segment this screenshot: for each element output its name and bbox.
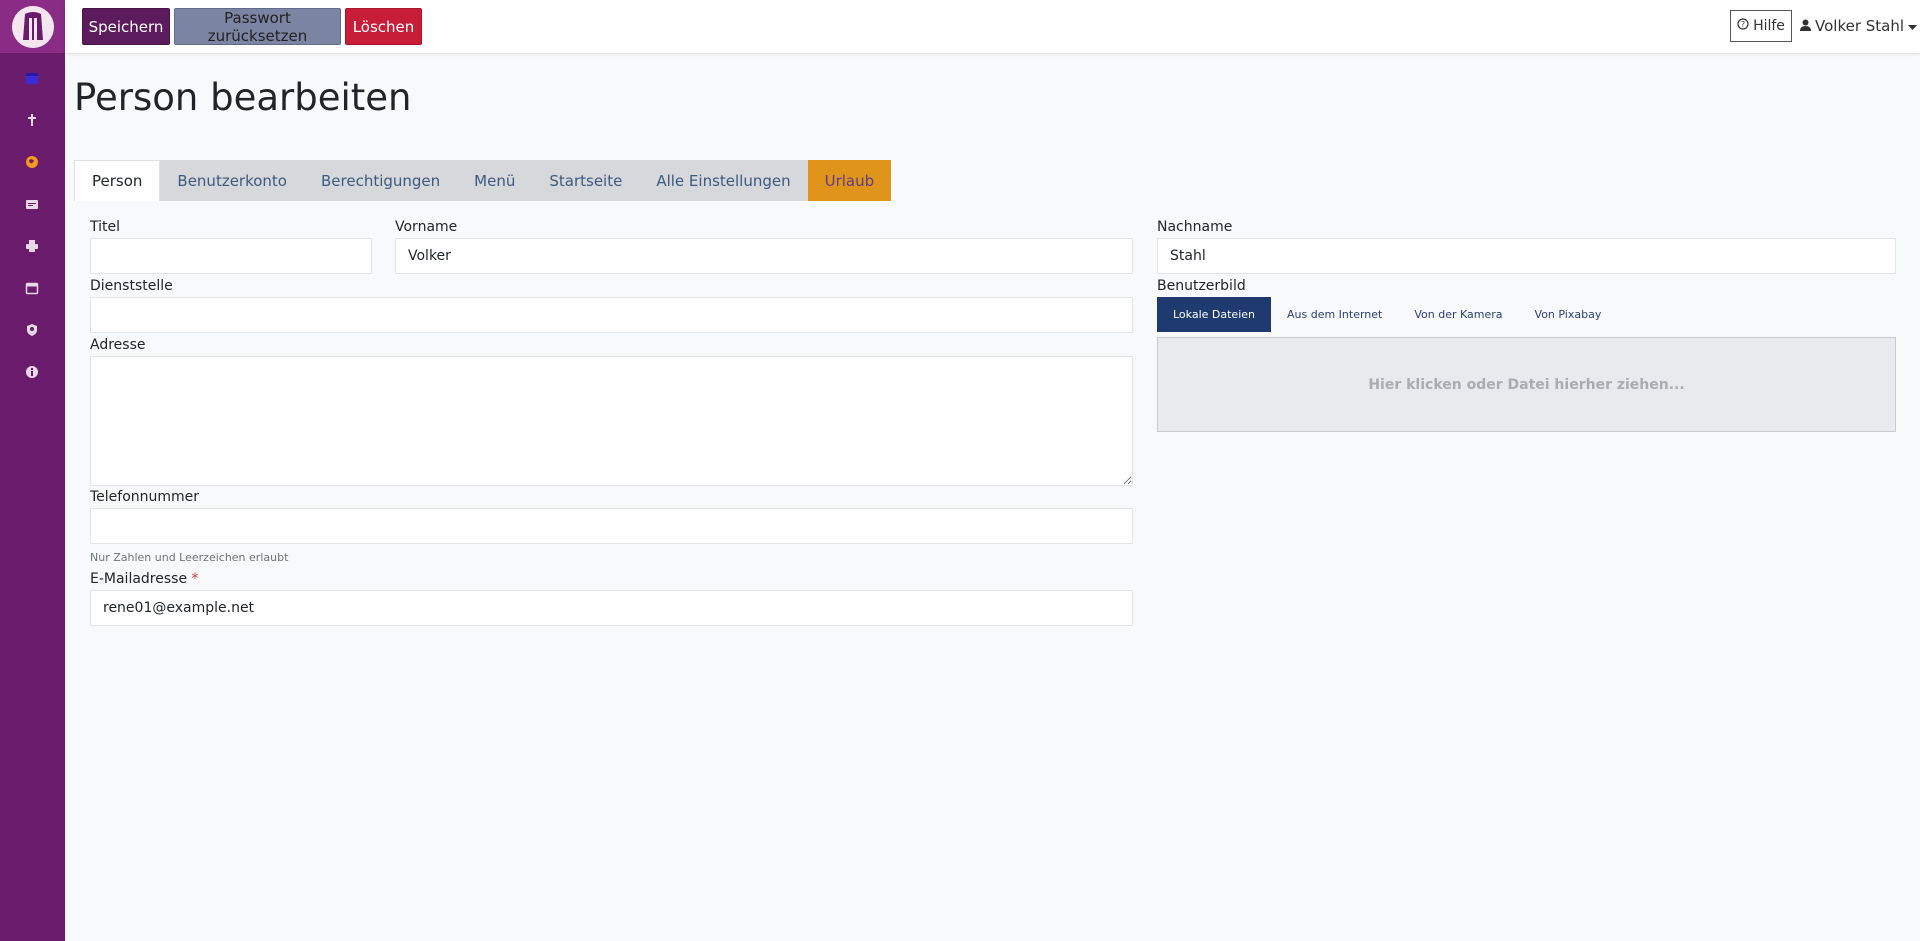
help-button[interactable]: ? Hilfe <box>1730 10 1792 42</box>
app-logo <box>11 5 54 48</box>
delete-button[interactable]: Löschen <box>345 8 422 45</box>
telefon-hint: Nur Zahlen und Leerzeichen erlaubt <box>90 551 289 564</box>
tab-berechtigungen[interactable]: Berechtigungen <box>303 160 458 201</box>
email-label-text: E-Mailadresse <box>90 571 188 587</box>
tab-von-pixabay[interactable]: Von Pixabay <box>1519 297 1618 332</box>
reset-password-button[interactable]: Passwort zurücksetzen <box>174 8 341 45</box>
help-label: Hilfe <box>1753 18 1785 34</box>
nachname-input[interactable] <box>1157 238 1896 274</box>
logo-container[interactable] <box>0 0 65 53</box>
benutzerbild-label: Benutzerbild <box>1157 278 1246 294</box>
tab-startseite[interactable]: Startseite <box>532 160 640 201</box>
tab-urlaub[interactable]: Urlaub <box>807 160 892 201</box>
tab-bar: Person Benutzerkonto Berechtigungen Menü… <box>74 160 892 201</box>
card-icon[interactable] <box>22 194 42 214</box>
titel-label: Titel <box>90 219 121 235</box>
tab-aus-dem-internet[interactable]: Aus dem Internet <box>1271 297 1398 332</box>
telefon-label: Telefonnummer <box>90 489 200 505</box>
info-icon[interactable] <box>22 362 42 382</box>
adresse-textarea[interactable] <box>90 356 1133 486</box>
dienststelle-input[interactable] <box>90 297 1133 333</box>
image-source-tabs: Lokale Dateien Aus dem Internet Von der … <box>1157 297 1617 332</box>
nachname-label: Nachname <box>1157 219 1233 235</box>
tab-person[interactable]: Person <box>74 160 161 201</box>
vorname-input[interactable] <box>395 238 1133 274</box>
dienststelle-label: Dienststelle <box>90 278 173 294</box>
user-shield-icon[interactable] <box>22 320 42 340</box>
top-toolbar: Speichern Passwort zurücksetzen Löschen … <box>65 0 1920 53</box>
sidebar <box>0 0 65 941</box>
caret-down-icon <box>1908 17 1918 35</box>
globe-icon[interactable] <box>22 152 42 172</box>
tab-von-der-kamera[interactable]: Von der Kamera <box>1398 297 1518 332</box>
required-marker: * <box>191 571 199 587</box>
save-button[interactable]: Speichern <box>82 8 170 45</box>
tab-alle-einstellungen[interactable]: Alle Einstellungen <box>639 160 808 201</box>
user-name: Volker Stahl <box>1815 17 1905 35</box>
printer-icon[interactable] <box>22 236 42 256</box>
user-menu[interactable]: Volker Stahl <box>1800 10 1918 42</box>
calendar-icon[interactable] <box>22 68 42 88</box>
adresse-label: Adresse <box>90 337 146 353</box>
page-title: Person bearbeiten <box>74 76 412 119</box>
tab-lokale-dateien[interactable]: Lokale Dateien <box>1157 297 1271 332</box>
question-circle-icon: ? <box>1737 18 1749 34</box>
cross-icon[interactable] <box>22 110 42 130</box>
vorname-label: Vorname <box>395 219 458 235</box>
email-input[interactable] <box>90 590 1133 626</box>
email-label: E-Mailadresse * <box>90 571 199 587</box>
tab-benutzerkonto[interactable]: Benutzerkonto <box>160 160 304 201</box>
titel-input[interactable] <box>90 238 372 274</box>
image-dropzone[interactable]: Hier klicken oder Datei hierher ziehen..… <box>1157 337 1896 432</box>
tab-menu[interactable]: Menü <box>457 160 533 201</box>
user-icon <box>1800 17 1811 35</box>
calendar-outline-icon[interactable] <box>22 278 42 298</box>
telefon-input[interactable] <box>90 508 1133 544</box>
svg-text:?: ? <box>1741 20 1745 29</box>
